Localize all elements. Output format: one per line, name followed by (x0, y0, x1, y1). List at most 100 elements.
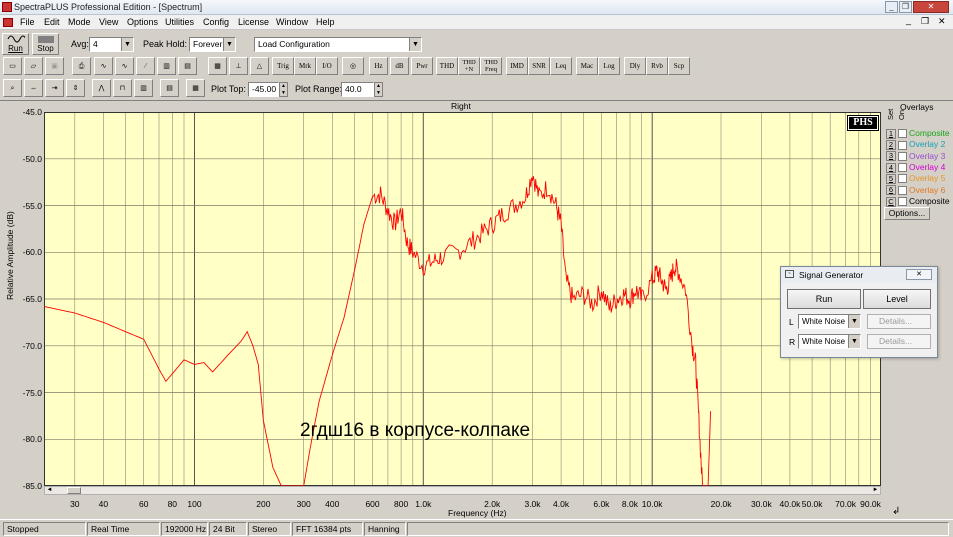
hz-button[interactable]: Hz (369, 57, 388, 75)
overlay-row[interactable]: 5 Overlay 5 (886, 173, 945, 184)
overlay-set-button[interactable]: 3 (886, 151, 896, 162)
overlay-checkbox[interactable] (898, 163, 907, 173)
thd-button[interactable]: THD (436, 57, 458, 75)
menu-edit[interactable]: Edit (44, 17, 60, 27)
mrk-button[interactable]: Mrk (294, 57, 316, 75)
menu-help[interactable]: Help (316, 17, 335, 27)
generator-level-button[interactable]: Level (863, 289, 931, 309)
log-button[interactable]: Log (598, 57, 620, 75)
bars-icon[interactable]: ▥ (157, 57, 176, 75)
axes-icon[interactable]: ⊥ (229, 57, 248, 75)
scroll-thumb[interactable] (67, 487, 81, 494)
overlay-set-button[interactable]: 2 (886, 140, 896, 151)
overlay-row[interactable]: 1 Composite (886, 128, 950, 139)
overlay-checkbox[interactable] (898, 174, 907, 184)
linear-icon[interactable]: ⁄ (136, 57, 155, 75)
trig-button[interactable]: Trig (272, 57, 294, 75)
overlay-row[interactable]: 6 Overlay 6 (886, 185, 945, 196)
horizontal-scrollbar[interactable]: ◄ ► (44, 486, 881, 495)
overlay-row[interactable]: 3 Overlay 3 (886, 151, 945, 162)
menu-file[interactable]: File (20, 17, 35, 27)
octave-icon[interactable]: ⊓ (113, 79, 132, 97)
io-button[interactable]: I/O (316, 57, 338, 75)
overlay-options-button[interactable]: Options... (884, 207, 930, 220)
overlay-set-button[interactable]: C (886, 196, 896, 207)
view-icon[interactable]: ▦ (208, 57, 227, 75)
print-icon[interactable]: ⎙ (72, 57, 91, 75)
menu-mode[interactable]: Mode (68, 17, 91, 27)
zoom-icon[interactable]: ⌕ (3, 79, 22, 97)
menu-license[interactable]: License (238, 17, 269, 27)
zoom-y-icon[interactable]: ⇕ (66, 79, 85, 97)
open-icon[interactable]: ▱ (24, 57, 43, 75)
scroll-right-icon[interactable]: ► (871, 486, 880, 495)
snr-button[interactable]: SNR (528, 57, 550, 75)
weighting-icon[interactable]: △ (250, 57, 269, 75)
right-details-button[interactable]: Details... (867, 334, 931, 349)
plot-range-input[interactable]: 40.0 (341, 82, 374, 97)
close-button[interactable]: ✕ (913, 1, 949, 13)
overlay-checkbox[interactable] (898, 129, 907, 139)
doc-restore-button[interactable]: ❐ (921, 16, 929, 27)
peak-icon[interactable]: ⋀ (92, 79, 111, 97)
overlay-checkbox[interactable] (898, 140, 907, 150)
new-icon[interactable]: ▭ (3, 57, 22, 75)
overlay-checkbox[interactable] (898, 197, 907, 207)
restore-button[interactable]: ❐ (899, 1, 912, 13)
histogram-icon[interactable]: ▥ (134, 79, 153, 97)
overlay-checkbox[interactable] (898, 151, 907, 161)
doc-close-button[interactable]: ✕ (938, 16, 946, 27)
window-title: SpectraPLUS Professional Edition - [Spec… (14, 2, 203, 12)
overlay-checkbox[interactable] (898, 185, 907, 195)
configuration-select[interactable]: Load Configuration ▼ (254, 37, 422, 52)
run-button[interactable]: Run (2, 33, 29, 55)
dly-button[interactable]: Dly (624, 57, 646, 75)
document-icon[interactable] (3, 18, 13, 27)
zoom-in-x-icon[interactable]: ⇥ (45, 79, 64, 97)
overlay-set-button[interactable]: 6 (886, 185, 896, 196)
tfm-button[interactable]: ◎ (342, 57, 364, 75)
copy-icon[interactable]: ▦ (186, 79, 205, 97)
right-signal-select[interactable]: White Noise ▼ (798, 334, 861, 349)
pwr-button[interactable]: Pwr (411, 57, 433, 75)
mac-button[interactable]: Mac (576, 57, 598, 75)
stop-button[interactable]: Stop (32, 33, 59, 55)
left-signal-select[interactable]: White Noise ▼ (798, 314, 861, 329)
imd-button[interactable]: IMD (506, 57, 528, 75)
menu-utilities[interactable]: Utilities (165, 17, 194, 27)
left-details-button[interactable]: Details... (867, 314, 931, 329)
overlay-set-button[interactable]: 4 (886, 162, 896, 173)
menu-view[interactable]: View (99, 17, 118, 27)
overlay-set-button[interactable]: 5 (886, 173, 896, 184)
scroll-left-icon[interactable]: ◄ (45, 486, 54, 495)
avg-select[interactable]: 4 ▼ (89, 37, 134, 52)
resize-grip-icon[interactable]: ↲ (892, 506, 900, 517)
table-icon[interactable]: ▤ (160, 79, 179, 97)
peak-hold-select[interactable]: Forever ▼ (189, 37, 236, 52)
plot-top-spinner[interactable]: ▲ ▼ (279, 82, 288, 97)
spectrogram-icon[interactable]: ▤ (178, 57, 197, 75)
waveform-icon[interactable]: ∿ (94, 57, 113, 75)
overlay-row[interactable]: 4 Overlay 4 (886, 162, 945, 173)
leq-button[interactable]: Leq (550, 57, 572, 75)
waveform-alt-icon[interactable]: ∿ (115, 57, 134, 75)
overlay-row[interactable]: 2 Overlay 2 (886, 139, 945, 151)
overlay-row[interactable]: C Composite (886, 196, 950, 207)
generator-run-button[interactable]: Run (787, 289, 861, 309)
plot-top-input[interactable]: -45.00 (248, 82, 279, 97)
menu-window[interactable]: Window (276, 17, 308, 27)
minimize-button[interactable]: _ (885, 1, 898, 13)
plot-range-spinner[interactable]: ▲ ▼ (374, 82, 383, 97)
menu-options[interactable]: Options (127, 17, 158, 27)
doc-minimize-button[interactable]: _ (906, 15, 911, 25)
db-button[interactable]: dB (390, 57, 409, 75)
overlay-set-button[interactable]: 1 (886, 128, 896, 139)
menu-config[interactable]: Config (203, 17, 229, 27)
signal-generator-close-button[interactable]: ✕ (906, 269, 932, 280)
zoom-out-x-icon[interactable]: ⇔ (24, 79, 43, 97)
rvb-button[interactable]: Rvb (646, 57, 668, 75)
thd-freq-button[interactable]: THD Freq (480, 57, 502, 75)
save-icon[interactable]: ▣ (45, 57, 64, 75)
thd-n-button[interactable]: THD +N (458, 57, 480, 75)
scp-button[interactable]: Scp (668, 57, 690, 75)
